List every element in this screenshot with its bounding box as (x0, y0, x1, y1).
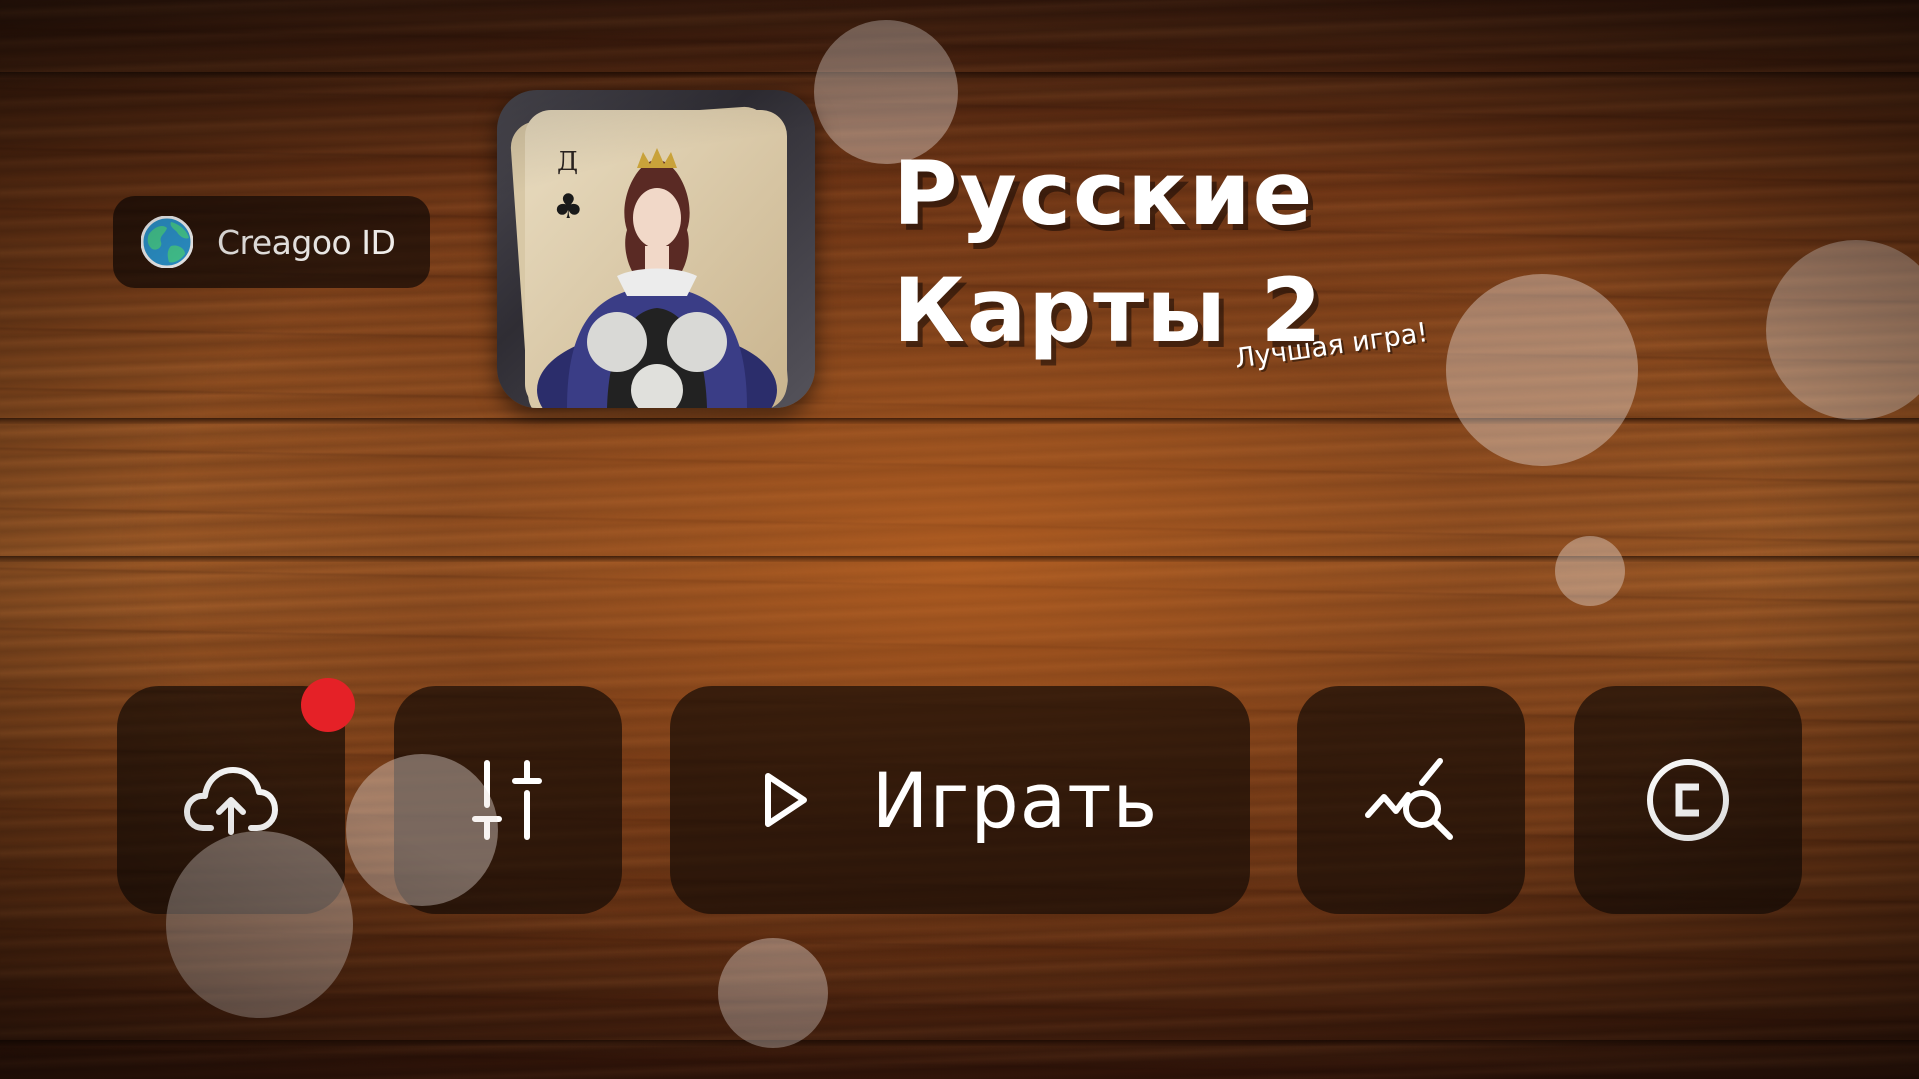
stats-search-icon (1365, 758, 1453, 840)
play-icon (764, 773, 807, 827)
decor-bubble (1446, 274, 1638, 466)
notification-dot (301, 678, 355, 732)
globe-icon (141, 216, 193, 268)
play-button[interactable]: Играть (670, 686, 1250, 914)
copyright-button[interactable] (1574, 686, 1802, 914)
plank-seam (0, 418, 1919, 424)
card-rank: Д (557, 147, 578, 177)
decor-bubble (718, 938, 828, 1048)
play-label: Играть (871, 755, 1159, 845)
decor-bubble (1555, 536, 1625, 606)
creagoo-id-label: Creagoo ID (217, 222, 396, 262)
cloud-upload-icon (184, 767, 278, 835)
game-cover: Д ♣ (497, 90, 815, 408)
decor-bubble (1766, 240, 1919, 420)
plank-seam (0, 1040, 1919, 1046)
queen-of-clubs-card: Д ♣ (510, 106, 788, 408)
plank-seam (0, 72, 1919, 78)
game-title: Русские Карты 2 (893, 142, 1324, 362)
plank-seam (0, 556, 1919, 562)
decor-bubble (166, 831, 353, 1018)
copyright-icon (1647, 759, 1729, 841)
card-suit: ♣ (553, 187, 583, 227)
creagoo-id-button[interactable]: Creagoo ID (113, 196, 430, 288)
decor-bubble (346, 754, 498, 906)
stats-button[interactable] (1297, 686, 1525, 914)
